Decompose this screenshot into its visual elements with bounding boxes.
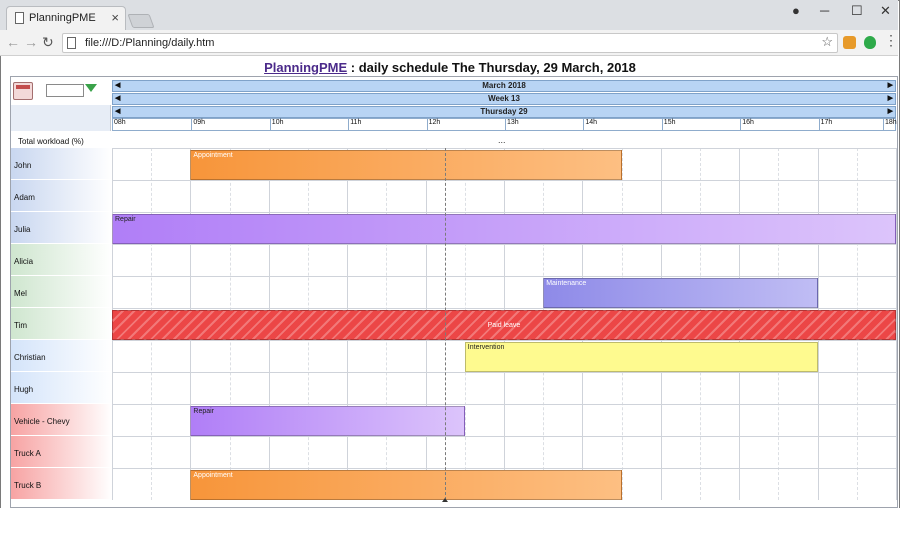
address-bar[interactable]: file:///D:/Planning/daily.htm ☆	[62, 33, 838, 53]
filter-input[interactable]	[46, 84, 84, 97]
hours-header: 08h 09h 10h 11h 12h 13h 14h 15h 16h 17h 18h	[112, 118, 897, 131]
profile-icon[interactable]: ●	[792, 3, 800, 18]
next-day-icon[interactable]: ▶	[888, 107, 893, 115]
page-title: PlanningPME : daily schedule The Thursda…	[0, 60, 900, 75]
week-header: ◀ Week 13 ▶	[112, 93, 896, 105]
next-week-icon[interactable]: ▶	[888, 94, 893, 102]
bookmark-star-icon[interactable]: ☆	[821, 34, 833, 50]
next-month-icon[interactable]: ▶	[888, 81, 893, 89]
grid-column-line	[896, 148, 897, 500]
hour-label: 13h	[505, 119, 519, 131]
day-header: ◀ Thursday 29 ▶	[112, 106, 896, 118]
resource-header-cell	[11, 105, 111, 131]
resource-row-label[interactable]: Tim	[11, 308, 112, 340]
task-bar[interactable]: Repair	[190, 406, 465, 436]
workload-value: ...	[498, 135, 506, 145]
hour-label: 14h	[583, 119, 597, 131]
task-bar[interactable]: Intervention	[464, 342, 818, 372]
grid-row-line	[112, 340, 896, 341]
brand-link[interactable]: PlanningPME	[264, 60, 347, 75]
hour-label: 11h	[348, 119, 361, 131]
grid-row-line	[112, 148, 896, 149]
grid-row-line	[112, 276, 896, 277]
hour-label: 18h	[883, 119, 897, 131]
resource-row-label[interactable]: John	[11, 148, 112, 180]
hour-label: 08h	[114, 119, 126, 126]
hour-label: 12h	[426, 119, 440, 131]
grid-row-line	[112, 212, 896, 213]
prev-week-icon[interactable]: ◀	[115, 94, 120, 102]
grid-row-line	[112, 244, 896, 245]
resource-row-label[interactable]: Adam	[11, 180, 112, 212]
grid-row-line	[112, 468, 896, 469]
workload-label: Total workload (%)	[18, 137, 84, 146]
forward-icon[interactable]: →	[24, 34, 38, 50]
filter-icon[interactable]	[85, 84, 97, 92]
calendar-icon[interactable]	[13, 82, 33, 100]
resource-row-label[interactable]: Alicia	[11, 244, 112, 276]
close-tab-icon[interactable]: ×	[111, 10, 119, 25]
hour-label: 17h	[818, 119, 832, 131]
resource-row-label[interactable]: Mel	[11, 276, 112, 308]
task-bar[interactable]: Paid leave	[112, 310, 896, 340]
month-header: ◀ March 2018 ▶	[112, 80, 896, 92]
grid-row-line	[112, 372, 896, 373]
schedule-grid[interactable]: Appointment Repair Maintenance Paid leave In…	[112, 148, 897, 500]
resource-row-label[interactable]: Vehicle - Chevy	[11, 404, 112, 436]
hour-label: 09h	[191, 119, 205, 131]
grid-row-line	[112, 404, 896, 405]
week-label: Week 13	[488, 94, 520, 103]
task-bar[interactable]: Appointment	[190, 150, 622, 180]
tab-bar: PlanningPME × ● ─ ☐ ✕	[0, 0, 898, 30]
grid-row-line	[112, 180, 896, 181]
document-icon	[15, 12, 24, 24]
new-tab-button[interactable]	[127, 14, 155, 28]
page-icon	[67, 37, 76, 49]
resource-row-label[interactable]: Hugh	[11, 372, 112, 404]
extension-leaf-icon[interactable]	[864, 36, 876, 49]
month-label: March 2018	[482, 81, 526, 90]
page-title-text: : daily schedule The Thursday, 29 March,…	[347, 60, 636, 75]
resource-row-label[interactable]: Christian	[11, 340, 112, 372]
maximize-icon[interactable]: ☐	[851, 3, 863, 19]
prev-day-icon[interactable]: ◀	[115, 107, 120, 115]
browser-tab[interactable]: PlanningPME ×	[6, 6, 126, 30]
reload-icon[interactable]: ↻	[42, 34, 54, 51]
close-window-icon[interactable]: ✕	[880, 3, 891, 19]
address-url: file:///D:/Planning/daily.htm	[85, 37, 215, 49]
minimize-icon[interactable]: ─	[820, 3, 829, 18]
prev-month-icon[interactable]: ◀	[115, 81, 120, 89]
browser-menu-icon[interactable]: ⋮	[884, 32, 898, 49]
grid-row-line	[112, 436, 896, 437]
extension-icon[interactable]	[843, 36, 856, 49]
resource-row-label[interactable]: Truck B	[11, 468, 112, 500]
hour-label: 16h	[740, 119, 754, 131]
resource-row-label[interactable]: Julia	[11, 212, 112, 244]
browser-toolbar: ← → ↻ file:///D:/Planning/daily.htm ☆	[0, 30, 898, 56]
task-bar[interactable]: Maintenance	[543, 278, 818, 308]
hour-label: 15h	[661, 119, 675, 131]
grid-row-line	[112, 308, 896, 309]
tab-title: PlanningPME	[29, 12, 96, 24]
back-icon[interactable]: ←	[6, 34, 20, 50]
current-time-marker	[442, 498, 449, 502]
resource-row-label[interactable]: Truck A	[11, 436, 112, 468]
page-footer	[0, 508, 900, 534]
day-label: Thursday 29	[480, 107, 528, 116]
hour-label: 10h	[269, 119, 283, 131]
task-bar[interactable]: Repair	[112, 214, 896, 244]
current-time-line	[445, 148, 447, 500]
task-bar[interactable]: Appointment	[190, 470, 622, 500]
